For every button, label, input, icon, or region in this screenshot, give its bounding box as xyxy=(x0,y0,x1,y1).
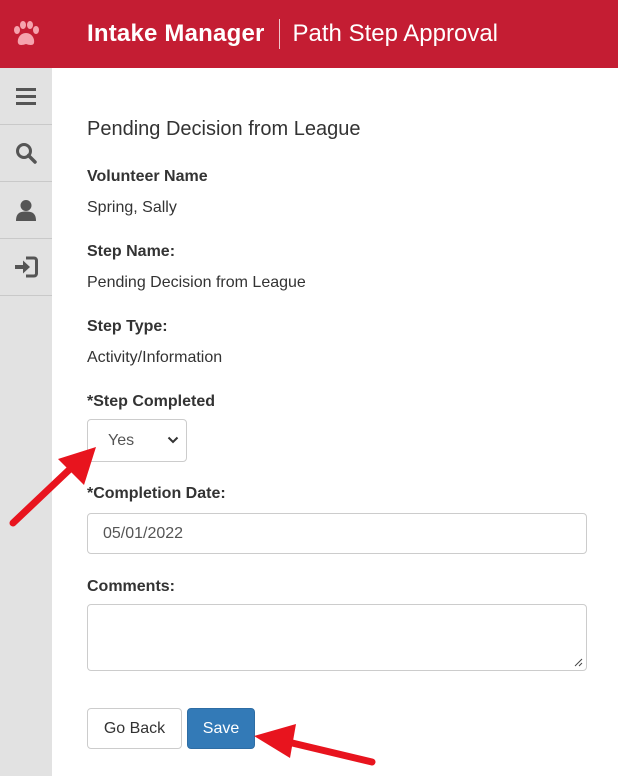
comments-label: Comments: xyxy=(87,578,176,595)
sidebar-item-search[interactable] xyxy=(0,125,52,182)
step-type-value: Activity/Information xyxy=(87,349,223,366)
completion-date-value: 05/01/2022 xyxy=(103,524,184,542)
search-icon xyxy=(16,143,37,164)
hamburger-menu-icon xyxy=(16,88,36,105)
volunteer-name-value: Spring, Sally xyxy=(87,199,177,216)
comments-textarea[interactable] xyxy=(87,604,587,671)
go-back-button[interactable]: Go Back xyxy=(87,708,182,749)
annotation-arrow-save xyxy=(254,724,376,766)
sidebar-item-logout[interactable] xyxy=(0,239,52,296)
step-completed-label: *Step Completed xyxy=(87,393,216,410)
chevron-down-icon xyxy=(167,436,179,444)
user-icon xyxy=(16,200,36,221)
annotation-arrow-step-completed xyxy=(9,447,96,527)
sidebar-item-menu[interactable] xyxy=(0,68,52,125)
volunteer-name-label: Volunteer Name xyxy=(87,168,208,185)
paw-print-icon[interactable] xyxy=(0,0,52,68)
step-name-label: Step Name: xyxy=(87,243,176,260)
step-completed-selected-value: Yes xyxy=(108,431,135,449)
resize-handle-icon[interactable] xyxy=(574,658,583,667)
app-title: Intake Manager xyxy=(87,20,265,47)
save-button[interactable]: Save xyxy=(187,708,255,749)
completion-date-input[interactable]: 05/01/2022 xyxy=(87,513,587,554)
sidebar xyxy=(0,68,52,776)
step-type-label: Step Type: xyxy=(87,318,168,335)
section-title: Pending Decision from League xyxy=(87,118,361,140)
sidebar-item-profile[interactable] xyxy=(0,182,52,239)
sign-out-icon xyxy=(15,256,38,278)
page-heading: Path Step Approval xyxy=(292,20,499,47)
app-header: Intake Manager Path Step Approval xyxy=(0,0,618,68)
step-name-value: Pending Decision from League xyxy=(87,274,306,291)
title-divider xyxy=(278,19,280,49)
